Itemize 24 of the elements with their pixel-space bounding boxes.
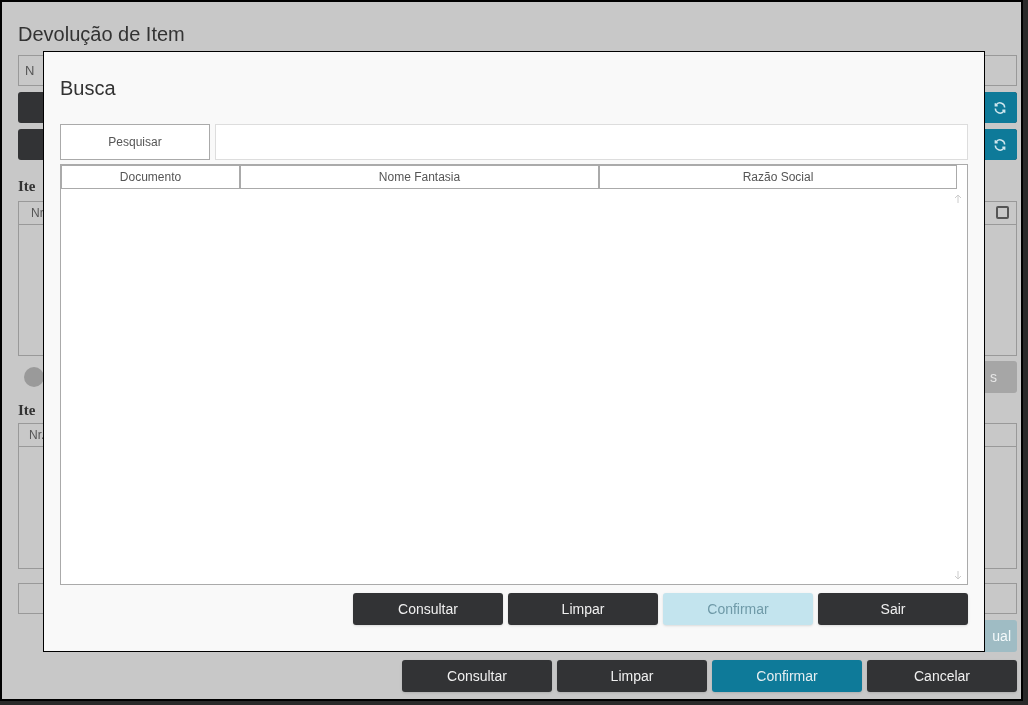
column-header: Nr (30, 205, 44, 222)
action-button[interactable]: Limpar (557, 660, 707, 692)
toggle-switch[interactable] (24, 367, 44, 387)
refresh-icon (993, 100, 1007, 115)
action-button[interactable]: Cancelar (867, 660, 1017, 692)
action-button[interactable]: Consultar (402, 660, 552, 692)
column-header: Nr. (28, 427, 45, 444)
refresh-button[interactable] (983, 92, 1017, 123)
refresh-icon (993, 137, 1007, 152)
column-header[interactable]: Nome Fantasia (240, 165, 599, 189)
refresh-button[interactable] (983, 129, 1017, 160)
action-button[interactable]: Limpar (508, 593, 658, 625)
checkbox[interactable] (996, 206, 1009, 219)
action-button[interactable]: Sair (818, 593, 968, 625)
action-button[interactable]: Confirmar (712, 660, 862, 692)
section-heading: Ite (18, 177, 37, 195)
search-button[interactable]: Pesquisar (60, 124, 210, 160)
search-field[interactable] (215, 124, 968, 160)
column-header[interactable]: Documento (61, 165, 240, 189)
action-button[interactable]: Consultar (353, 593, 503, 625)
window-title: Devolução de Item (18, 22, 186, 46)
column-header[interactable]: Razão Social (599, 165, 957, 189)
section-heading: Ite (18, 401, 37, 419)
dialog-title: Busca (60, 76, 117, 100)
